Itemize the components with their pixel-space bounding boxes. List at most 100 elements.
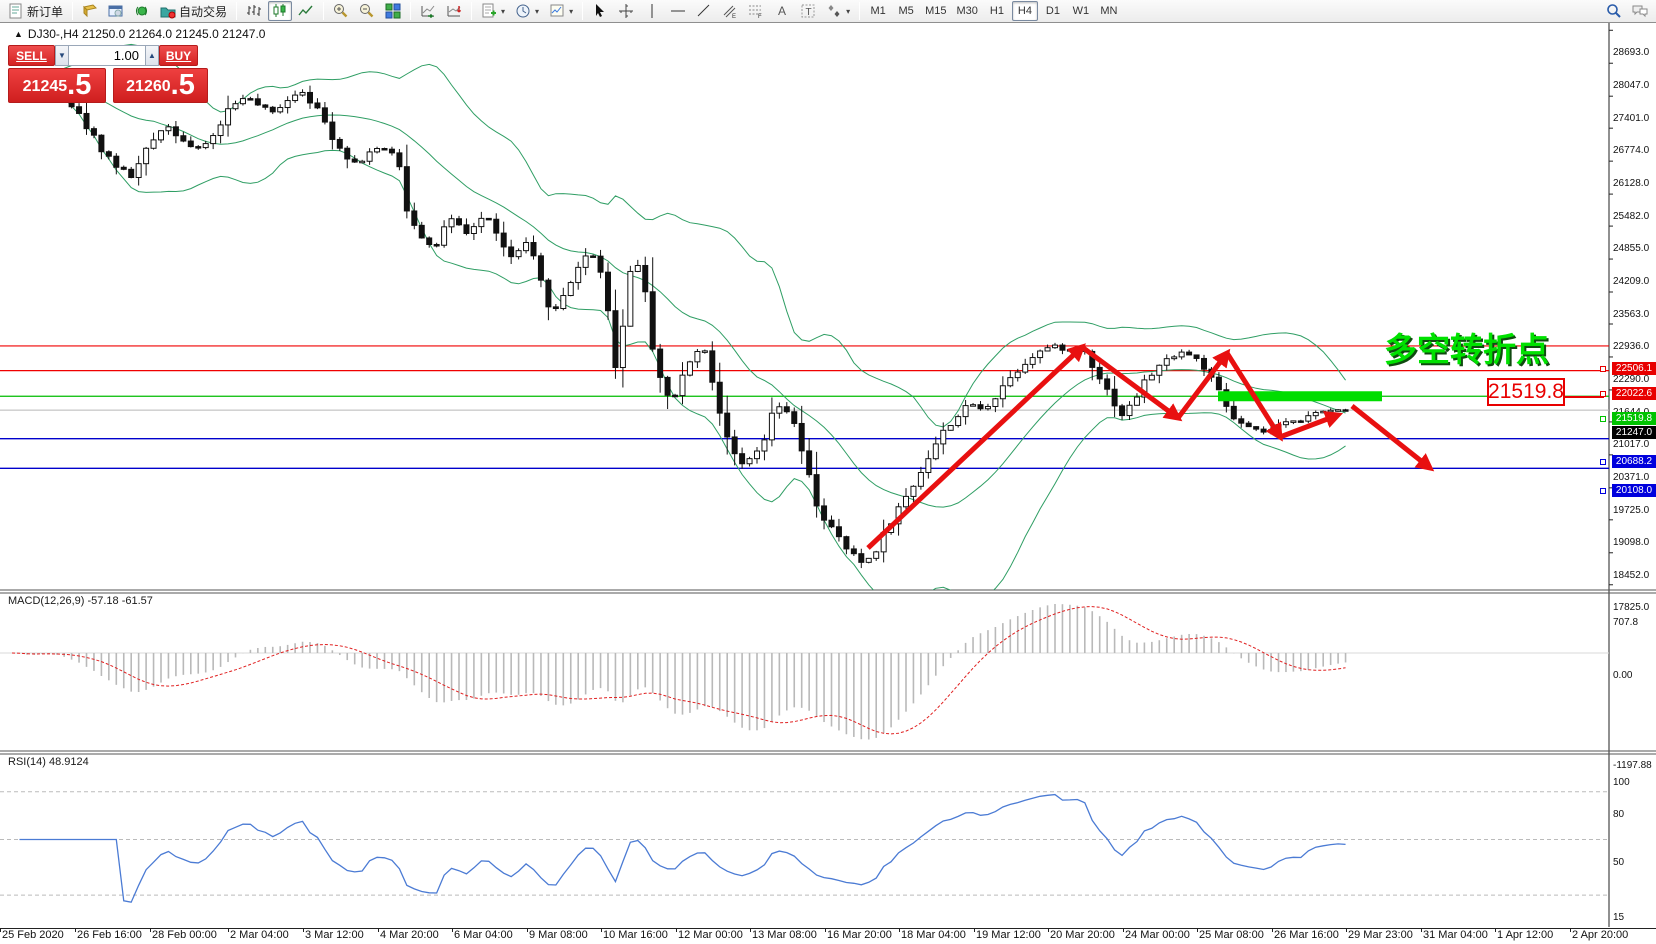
volume-input[interactable] (69, 45, 145, 66)
time-axis-tick (527, 928, 528, 932)
price-axis-tick: 22290.0 (1613, 374, 1656, 385)
volume-decrease-button[interactable]: ▼ (55, 45, 69, 66)
new-chart-button[interactable]: ▾ (477, 1, 509, 21)
text-button[interactable]: A (770, 1, 794, 21)
time-axis-label: 31 Mar 04:00 (1423, 929, 1488, 941)
clock-icon (515, 3, 531, 19)
timeframes-menu-button[interactable]: ▾ (511, 1, 543, 21)
market-watch-button[interactable] (104, 1, 128, 21)
time-axis-tick (1346, 928, 1347, 932)
time-axis-label: 28 Feb 00:00 (152, 929, 217, 941)
linechart-icon (298, 3, 314, 19)
time-axis-tick (150, 928, 151, 932)
volume-increase-button[interactable]: ▲ (145, 45, 159, 66)
chevron-down-icon: ▾ (535, 7, 539, 16)
time-axis-label: 26 Mar 16:00 (1274, 929, 1339, 941)
timeframe-button-m1[interactable]: M1 (865, 1, 891, 21)
line-chart-button[interactable] (294, 1, 318, 21)
tile-windows-button[interactable] (381, 1, 405, 21)
toolbar-separator (72, 2, 73, 20)
line-drag-handle[interactable] (1600, 416, 1606, 422)
price-level-label: 21519.8 (1612, 412, 1656, 425)
vertical-line-button[interactable] (640, 1, 664, 21)
chat-button[interactable] (1628, 1, 1652, 21)
window-icon (108, 3, 124, 19)
time-axis-tick (974, 928, 975, 932)
price-axis-tick: 22936.0 (1613, 341, 1656, 352)
time-axis-label: 29 Mar 23:00 (1348, 929, 1413, 941)
zoomin-icon (333, 3, 349, 19)
hline-icon (670, 3, 686, 19)
shapes-icon (826, 3, 842, 19)
timeframe-button-w1[interactable]: W1 (1068, 1, 1094, 21)
line-drag-handle[interactable] (1600, 488, 1606, 494)
price-axis-tick: 27401.0 (1613, 113, 1656, 124)
chartshift-icon (446, 3, 462, 19)
time-axis-label: 2 Mar 04:00 (230, 929, 289, 941)
timeframe-button-mn[interactable]: MN (1096, 1, 1122, 21)
buy-price-button[interactable]: 21260 .5 (113, 68, 208, 103)
fibo-icon: F (748, 3, 764, 19)
timeframe-button-m5[interactable]: M5 (893, 1, 919, 21)
template-icon (549, 3, 565, 19)
price-axis-tick: 19098.0 (1613, 537, 1656, 548)
timeframe-button-m15[interactable]: M15 (921, 1, 950, 21)
rsi-axis-tick: 50 (1613, 857, 1656, 868)
timeframe-button-h4[interactable]: H4 (1012, 1, 1038, 21)
profiles-button[interactable] (78, 1, 102, 21)
trendline-button[interactable] (692, 1, 716, 21)
cursor-icon (592, 3, 608, 19)
buy-price-main: 21260 (126, 74, 171, 100)
search-button[interactable] (1602, 1, 1626, 21)
svg-text:F: F (758, 14, 762, 19)
time-axis-tick (228, 928, 229, 932)
time-axis-label: 25 Mar 08:00 (1199, 929, 1264, 941)
sell-price-fraction: .5 (67, 71, 91, 100)
fibonacci-button[interactable]: F (744, 1, 768, 21)
cursor-button[interactable] (588, 1, 612, 21)
timeframe-button-m30[interactable]: M30 (953, 1, 982, 21)
bar-chart-button[interactable] (242, 1, 266, 21)
chart-shift-button[interactable] (442, 1, 466, 21)
line-drag-handle[interactable] (1600, 366, 1606, 372)
chevron-down-icon: ▾ (569, 7, 573, 16)
price-axis-tick: 24855.0 (1613, 243, 1656, 254)
price-axis-tick: 28693.0 (1613, 47, 1656, 58)
time-axis: 25 Feb 202026 Feb 16:0028 Feb 00:002 Mar… (0, 928, 1656, 944)
line-drag-handle[interactable] (1600, 459, 1606, 465)
crosshair-button[interactable] (614, 1, 638, 21)
sell-button[interactable]: SELL (8, 45, 55, 66)
candlestick-chart-button[interactable] (268, 1, 292, 21)
buy-button[interactable]: BUY (159, 45, 198, 66)
time-axis-tick (1495, 928, 1496, 932)
zoom-in-button[interactable] (329, 1, 353, 21)
signals-button[interactable] (130, 1, 154, 21)
symbol-marker-icon: ▲ (14, 29, 23, 39)
toolbar-separator (859, 2, 860, 20)
time-axis-tick (1570, 928, 1571, 932)
templates-button[interactable]: ▾ (545, 1, 577, 21)
price-axis-tick: 18452.0 (1613, 570, 1656, 581)
arrows-button[interactable]: ▾ (822, 1, 854, 21)
one-click-trading-panel: SELL ▼ ▲ BUY 21245 .5 21260 .5 (8, 45, 211, 103)
channel-button[interactable]: E (718, 1, 742, 21)
sell-price-button[interactable]: 21245 .5 (8, 68, 106, 103)
time-axis-label: 6 Mar 04:00 (454, 929, 513, 941)
time-axis-label: 12 Mar 00:00 (678, 929, 743, 941)
time-axis-tick (75, 928, 76, 932)
time-axis-tick (1123, 928, 1124, 932)
new-order-button[interactable]: 新订单 (4, 1, 67, 21)
zoom-out-button[interactable] (355, 1, 379, 21)
time-axis-label: 4 Mar 20:00 (380, 929, 439, 941)
autotrading-button[interactable]: 自动交易 (156, 1, 231, 21)
horizontal-line-button[interactable] (666, 1, 690, 21)
chat-icon (1632, 3, 1648, 19)
timeframe-button-d1[interactable]: D1 (1040, 1, 1066, 21)
label-button[interactable]: T (796, 1, 820, 21)
time-axis-tick (378, 928, 379, 932)
auto-scroll-button[interactable] (416, 1, 440, 21)
line-drag-handle[interactable] (1600, 391, 1606, 397)
timeframe-button-h1[interactable]: H1 (984, 1, 1010, 21)
bars-icon (246, 3, 262, 19)
search-icon (1606, 3, 1622, 19)
